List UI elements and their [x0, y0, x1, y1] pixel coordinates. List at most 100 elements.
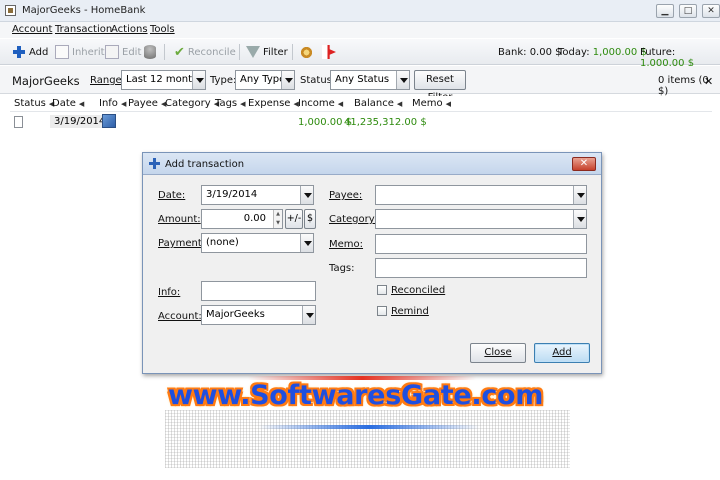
- column-header-category[interactable]: Category ◀: [165, 98, 219, 112]
- chevron-down-icon[interactable]: [300, 186, 313, 204]
- remind-checkbox[interactable]: [377, 306, 387, 316]
- menu-transaction[interactable]: Transaction: [55, 24, 112, 35]
- close-button[interactable]: Close: [470, 343, 526, 363]
- column-header-expense[interactable]: Expense ◀: [248, 98, 299, 112]
- column-header-memo[interactable]: Memo ◀: [412, 98, 451, 112]
- payee-label: Payee:: [329, 190, 363, 201]
- sign-toggle-button[interactable]: +/-: [285, 209, 303, 229]
- chevron-down-icon: [281, 71, 294, 89]
- watermark-blue-stripe: [258, 425, 480, 429]
- quit-button[interactable]: [322, 43, 336, 61]
- account-select[interactable]: MajorGeeks: [201, 305, 316, 325]
- file-icon: [14, 116, 23, 128]
- range-select[interactable]: Last 12 months: [121, 70, 206, 90]
- sort-arrow-icon: ◀: [120, 100, 127, 108]
- chevron-down-icon: [396, 71, 409, 89]
- amount-label: Amount:: [158, 214, 201, 225]
- account-label: Account:: [158, 311, 202, 322]
- bank-balance: Bank: 0.00 $: [498, 47, 562, 58]
- trash-can-icon: [144, 45, 156, 59]
- reconciled-label[interactable]: Reconciled: [391, 285, 445, 296]
- payment-label: Payment:: [158, 238, 206, 249]
- menu-tools[interactable]: Tools: [150, 24, 175, 35]
- info-label: Info:: [158, 287, 181, 298]
- reconciled-checkbox[interactable]: [377, 285, 387, 295]
- column-header-income[interactable]: Income ◀: [298, 98, 343, 112]
- menu-bar: Account Transaction Actions Tools: [0, 22, 720, 38]
- today-balance: Today: 1,000.00 $: [558, 47, 647, 58]
- column-header-tags[interactable]: Tags ◀: [215, 98, 246, 112]
- range-label: Range:: [90, 75, 126, 86]
- inherit-label: Inherit: [72, 46, 105, 58]
- date-field[interactable]: 3/19/2014: [201, 185, 314, 205]
- column-header-info[interactable]: Info ◀: [99, 98, 126, 112]
- plus-icon: [12, 45, 26, 59]
- check-icon: ✔: [174, 45, 185, 60]
- type-value: Any Type: [240, 74, 286, 85]
- watermark-text: www.SoftwaresGate.com: [168, 380, 544, 411]
- sort-arrow-icon: ◀: [78, 100, 85, 108]
- document-copy-icon: [55, 45, 69, 59]
- edit-button[interactable]: Edit: [105, 43, 141, 61]
- reset-filter-button[interactable]: Reset Filter: [414, 70, 466, 103]
- chevron-down-icon: [302, 306, 315, 324]
- info-icon: [102, 114, 116, 128]
- date-label: Date:: [158, 190, 186, 201]
- type-label: Type:: [210, 75, 237, 86]
- toolbar: Add Inherit Edit ✔ Reconcile Filter Bank…: [0, 39, 720, 69]
- window-title: MajorGeeks - HomeBank: [22, 5, 146, 16]
- payee-select[interactable]: [375, 185, 587, 205]
- chevron-down-icon: [300, 234, 313, 252]
- delete-button[interactable]: [144, 43, 156, 61]
- memo-input[interactable]: [375, 234, 587, 254]
- payment-value: (none): [206, 237, 239, 248]
- title-bar: MajorGeeks - HomeBank ▁ □ ✕: [0, 0, 720, 22]
- add-transaction-button[interactable]: Add: [534, 343, 590, 363]
- type-select[interactable]: Any Type: [235, 70, 295, 90]
- close-icon[interactable]: ✕: [704, 72, 713, 90]
- sort-arrow-icon: ◀: [396, 100, 403, 108]
- tags-input[interactable]: [375, 258, 587, 278]
- column-header-balance[interactable]: Balance ◀: [354, 98, 402, 112]
- toolbar-separator: [164, 44, 165, 60]
- status-value: Any Status: [335, 74, 390, 85]
- dialog-close-button[interactable]: ✕: [572, 157, 596, 171]
- amount-field[interactable]: 0.00 ▲ ▼: [201, 209, 283, 229]
- header-divider: [10, 111, 712, 112]
- menu-actions[interactable]: Actions: [111, 24, 148, 35]
- minimize-button[interactable]: ▁: [656, 4, 674, 18]
- funnel-icon: [246, 46, 260, 58]
- spinner-arrows-icon[interactable]: ▲ ▼: [273, 210, 282, 228]
- filter-button[interactable]: Filter: [246, 43, 288, 61]
- add-button[interactable]: Add: [12, 43, 48, 61]
- info-input[interactable]: [201, 281, 316, 301]
- reconcile-button[interactable]: ✔ Reconcile: [174, 43, 236, 61]
- status-select[interactable]: Any Status: [330, 70, 410, 90]
- remind-label[interactable]: Remind: [391, 306, 429, 317]
- sort-arrow-icon: ◀: [445, 100, 452, 108]
- chevron-down-icon: [573, 210, 586, 228]
- category-select[interactable]: [375, 209, 587, 229]
- column-header-date[interactable]: Date ◀: [52, 98, 84, 112]
- amount-value: 0.00: [243, 213, 266, 224]
- currency-button[interactable]: $: [304, 209, 316, 229]
- inherit-button[interactable]: Inherit: [55, 43, 105, 61]
- tags-label: Tags:: [329, 263, 355, 274]
- watermark-noise: [165, 410, 570, 468]
- close-window-button[interactable]: ✕: [702, 4, 720, 18]
- payment-select[interactable]: (none): [201, 233, 314, 253]
- preferences-button[interactable]: [300, 43, 313, 61]
- menu-account[interactable]: Account: [12, 24, 52, 35]
- edit-label: Edit: [122, 46, 142, 58]
- reconcile-label: Reconcile: [187, 46, 236, 58]
- exit-icon: [322, 45, 336, 59]
- memo-label: Memo:: [329, 239, 364, 250]
- row-balance: 41,235,312.00 $: [344, 117, 427, 128]
- date-value: 3/19/2014: [206, 189, 258, 200]
- dialog-title-bar: Add transaction ✕: [143, 153, 601, 175]
- category-label: Category:: [329, 214, 378, 225]
- maximize-button[interactable]: □: [679, 4, 697, 18]
- column-header-status[interactable]: Status ◀: [14, 98, 54, 112]
- edit-icon: [105, 45, 119, 59]
- column-header-payee[interactable]: Payee ◀: [128, 98, 166, 112]
